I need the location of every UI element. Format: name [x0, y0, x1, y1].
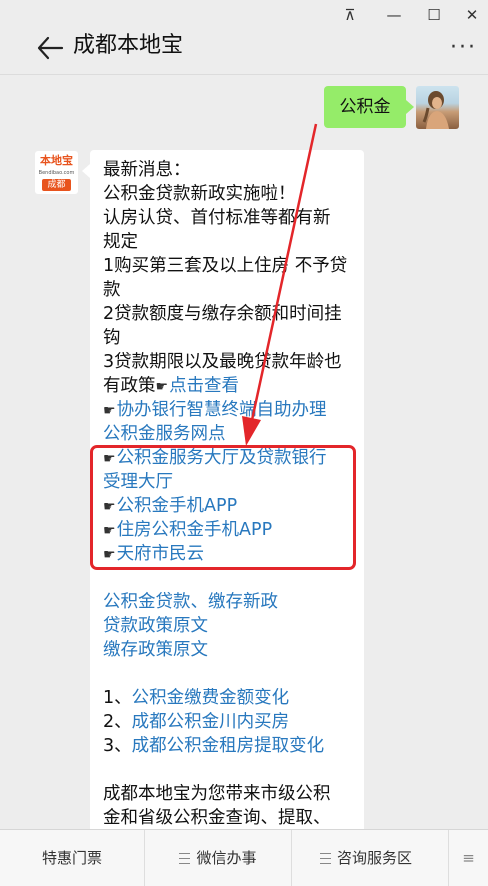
list-item: 2、成都公积金川内买房	[103, 712, 290, 732]
numbered-link[interactable]: 公积金缴费金额变化	[132, 688, 290, 708]
menu-icon	[319, 853, 331, 864]
bottom-menu-bar: 特惠门票 微信办事 咨询服务区 ≡	[0, 829, 488, 886]
tab-consultation[interactable]: 咨询服务区	[292, 830, 440, 886]
message-line: 最新消息：	[103, 160, 191, 180]
bank-self-service-link[interactable]: 协办银行智慧终端自助办理	[117, 400, 327, 420]
user-message-bubble: 公积金	[324, 86, 414, 128]
message-line: 2贷款额度与缴存余额和时间挂	[103, 304, 342, 324]
message-line: 公积金贷款新政实施啦！	[103, 184, 296, 204]
numbered-link[interactable]: 成都公积金租房提取变化	[132, 736, 325, 756]
more-options-icon[interactable]: ···	[450, 37, 477, 59]
loan-policy-link[interactable]: 贷款政策原文	[103, 614, 347, 638]
tab-wechat-services[interactable]: 微信办事	[145, 830, 291, 886]
message-line: 1购买第三套及以上住房 不予贷	[103, 256, 348, 276]
chat-header: 成都本地宝 ···	[0, 24, 488, 74]
message-line: 规定	[103, 232, 138, 252]
deposit-policy-link[interactable]: 缴存政策原文	[103, 638, 347, 662]
message-line: 认房认贷、首付标准等都有新	[103, 208, 331, 228]
logo-city-badge: 成都	[42, 179, 71, 191]
service-outlets-link[interactable]: 公积金服务网点	[103, 422, 347, 446]
highlight-box	[90, 445, 356, 570]
tab-special-tickets[interactable]: 特惠门票	[0, 830, 144, 886]
header-divider	[0, 74, 488, 75]
message-line: 金和省级公积金查询、提取、	[103, 808, 331, 828]
menu-icon	[179, 853, 191, 864]
numbered-link[interactable]: 成都公积金川内买房	[132, 712, 290, 732]
message-line: 成都本地宝为您带来市级公积	[103, 784, 331, 804]
policy-details-link[interactable]: 点击查看	[169, 376, 239, 396]
list-item: 1、公积金缴费金额变化	[103, 688, 290, 708]
message-line: 钩	[103, 328, 121, 348]
link-line: ☛协办银行智慧终端自助办理	[103, 398, 347, 422]
pointing-hand-icon: ☛	[155, 379, 169, 395]
logo-text: 本地宝	[40, 154, 73, 167]
logo-domain: Bendibao.com	[38, 170, 75, 176]
new-policy-link[interactable]: 公积金贷款、缴存新政	[103, 590, 347, 614]
message-line: 3贷款期限以及最晚贷款年龄也	[103, 352, 342, 372]
official-account-avatar[interactable]: 本地宝 Bendibao.com 成都	[35, 151, 78, 194]
list-item: 3、成都公积金租房提取变化	[103, 736, 325, 756]
message-line: 有政策☛点击查看	[103, 376, 240, 396]
message-line: 款	[103, 280, 121, 300]
user-avatar[interactable]	[416, 86, 459, 129]
keyboard-toggle-icon[interactable]: ≡	[449, 830, 488, 886]
user-avatar-photo-icon	[422, 91, 449, 129]
back-arrow-icon	[37, 36, 64, 60]
back-button[interactable]	[36, 30, 66, 66]
page-title: 成都本地宝	[73, 33, 184, 58]
pointing-hand-icon: ☛	[103, 403, 116, 419]
